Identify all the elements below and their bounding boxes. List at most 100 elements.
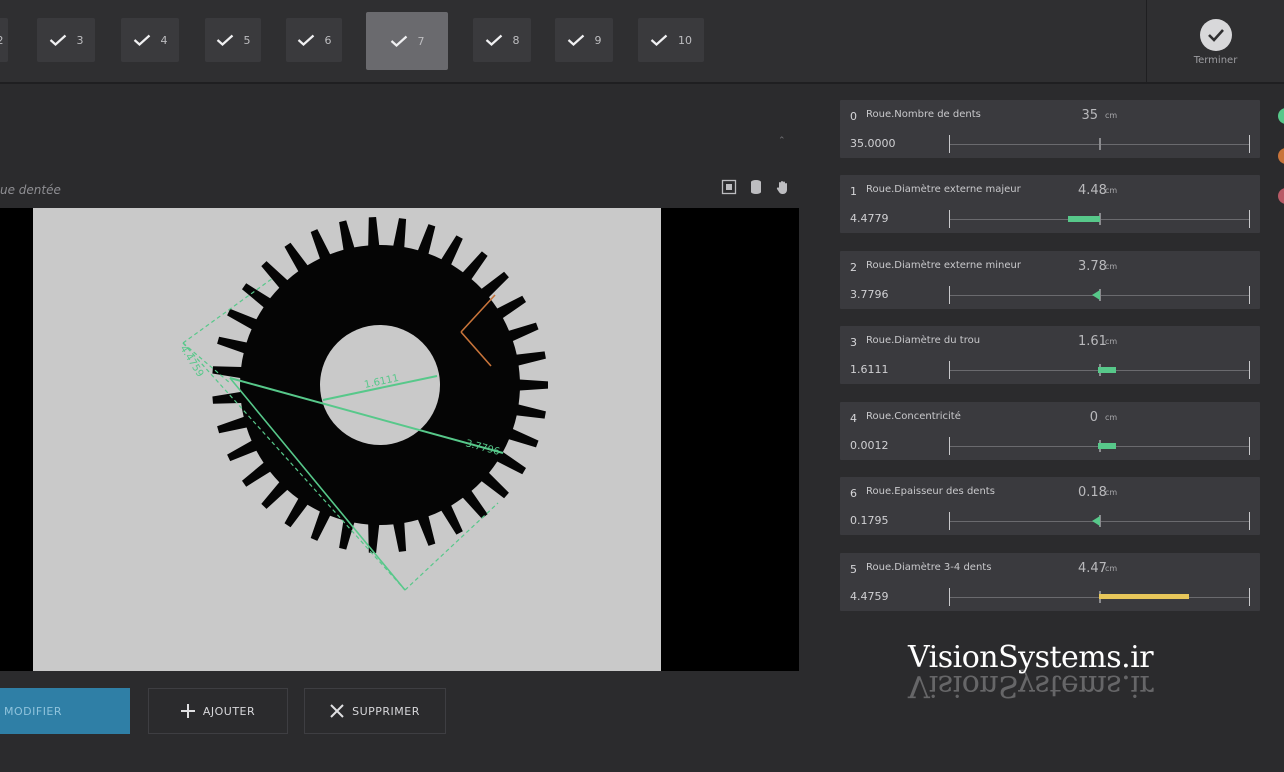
measurement-value: 0.18 [1078,485,1107,500]
tooth-span-label: 4.4759 [177,344,205,380]
tolerance-bar [1098,443,1116,449]
measurement-value: 4.48 [1078,183,1107,198]
step-number: 3 [76,33,84,47]
measurement-unit: cm [1105,262,1118,271]
tolerance-max-tick [1249,135,1250,153]
finish-label: Terminer [1193,54,1238,66]
measurement-label: Roue.Diamètre du trou [866,335,981,346]
tolerance-min-tick [949,135,950,153]
measurement-unit: cm [1105,337,1118,346]
inspection-image-view[interactable]: 1.6111 3.7796 4.4759 [0,208,799,671]
view-toolbar [720,178,792,196]
tolerance-bar [1099,594,1189,599]
finish-button[interactable]: Terminer [1146,0,1284,84]
step-8[interactable]: 8 [473,18,531,62]
measurement-label: Roue.Epaisseur des dents [866,486,995,497]
step-number: 7 [417,34,425,48]
measurement-label: Roue.Diamètre externe mineur [866,260,1021,271]
measurement-row[interactable]: 1 Roue.Diamètre externe majeur 4.48 cm 4.477… [840,175,1260,233]
status-marker [1278,188,1284,204]
step-7[interactable]: 7 [366,12,448,70]
tolerance-max-tick [1249,286,1250,304]
tolerance-max-tick [1249,210,1250,228]
step-number: 8 [512,33,520,47]
modify-button[interactable]: MODIFIER [0,688,130,734]
measurement-label: Roue.Diamètre 3-4 dents [866,562,992,573]
tolerance-min-tick [949,210,950,228]
measurement-row[interactable]: 4 Roue.Concentricité 0 cm 0.0012 [840,402,1260,460]
step-5[interactable]: 5 [205,18,261,62]
measurement-row[interactable]: 0 Roue.Nombre de dents 35 cm 35.0000 [840,100,1260,158]
measurement-precise-value: 4.4759 [850,590,889,603]
step-2[interactable]: 2 [0,18,8,62]
cylinder-icon[interactable] [747,178,765,196]
step-4[interactable]: 4 [121,18,179,62]
tolerance-bar [1098,367,1116,373]
tolerance-min-tick [949,512,950,530]
measurement-value: 3.78 [1078,259,1107,274]
step-bar: 2 3 4 5 6 7 8 9 10 Terminer [0,0,1284,84]
delete-label: SUPPRIMER [352,704,420,718]
measurement-unit: cm [1105,564,1118,573]
view-title: ue dentée [0,183,61,197]
tolerance-min-tick [949,361,950,379]
plus-icon [180,704,195,718]
step-number: 4 [160,33,168,47]
measurement-value: 1.61 [1078,334,1107,349]
check-icon [390,35,407,47]
tolerance-min-tick [949,286,950,304]
delete-button[interactable]: SUPPRIMER [304,688,446,734]
tolerance-bar [1068,216,1100,222]
measurement-precise-value: 35.0000 [850,137,896,150]
measurement-label: Roue.Diamètre externe majeur [866,184,1021,195]
add-button[interactable]: AJOUTER [148,688,288,734]
measurement-value: 4.47 [1078,561,1107,576]
measurement-index: 4 [850,412,857,425]
inspection-image: 1.6111 3.7796 4.4759 [33,208,661,671]
measurement-row[interactable]: 5 Roue.Diamètre 3-4 dents 4.47 cm 4.4759 [840,553,1260,611]
collapse-caret-icon[interactable]: ⌃ [778,136,786,146]
tolerance-nominal-tick [1099,138,1101,150]
measurement-unit: cm [1105,413,1118,422]
tolerance-max-tick [1249,588,1250,606]
measurement-unit: cm [1105,111,1118,120]
measurement-label: Roue.Concentricité [866,411,961,422]
fit-icon[interactable] [720,178,738,196]
measurement-index: 3 [850,336,857,349]
measurement-index: 2 [850,261,857,274]
measurement-precise-value: 0.0012 [850,439,889,452]
status-marker [1278,108,1284,124]
measurement-index: 1 [850,185,857,198]
check-icon [567,34,584,46]
gear-overlay: 1.61113.77964.4759 [177,217,548,591]
measurement-precise-value: 4.4779 [850,212,889,225]
close-icon [330,704,344,718]
tolerance-max-tick [1249,361,1250,379]
watermark-reflection: VisionSystems.ir [908,668,1154,703]
step-9[interactable]: 9 [555,18,613,62]
measurement-precise-value: 3.7796 [850,288,889,301]
step-3[interactable]: 3 [37,18,95,62]
hand-icon[interactable] [774,178,792,196]
modify-label: MODIFIER [4,704,63,718]
measurement-value: 35 [1081,108,1098,123]
step-6[interactable]: 6 [286,18,342,62]
measurement-row[interactable]: 3 Roue.Diamètre du trou 1.61 cm 1.6111 [840,326,1260,384]
measurement-precise-value: 0.1795 [850,514,889,527]
measurement-label: Roue.Nombre de dents [866,109,981,120]
measurement-index: 0 [850,110,857,123]
measurement-index: 5 [850,563,857,576]
measurement-unit: cm [1105,186,1118,195]
status-marker [1278,148,1284,164]
measurement-index: 6 [850,487,857,500]
check-circle-icon [1199,18,1232,51]
check-icon [297,34,314,46]
measurement-row[interactable]: 2 Roue.Diamètre externe mineur 3.78 cm 3.779… [840,251,1260,309]
step-number: 9 [594,33,602,47]
step-number: 5 [243,33,251,47]
step-10[interactable]: 10 [638,18,704,62]
tolerance-max-tick [1249,437,1250,455]
measurement-row[interactable]: 6 Roue.Epaisseur des dents 0.18 cm 0.1795 [840,477,1260,535]
step-number: 2 [0,34,4,47]
tolerance-min-tick [949,588,950,606]
